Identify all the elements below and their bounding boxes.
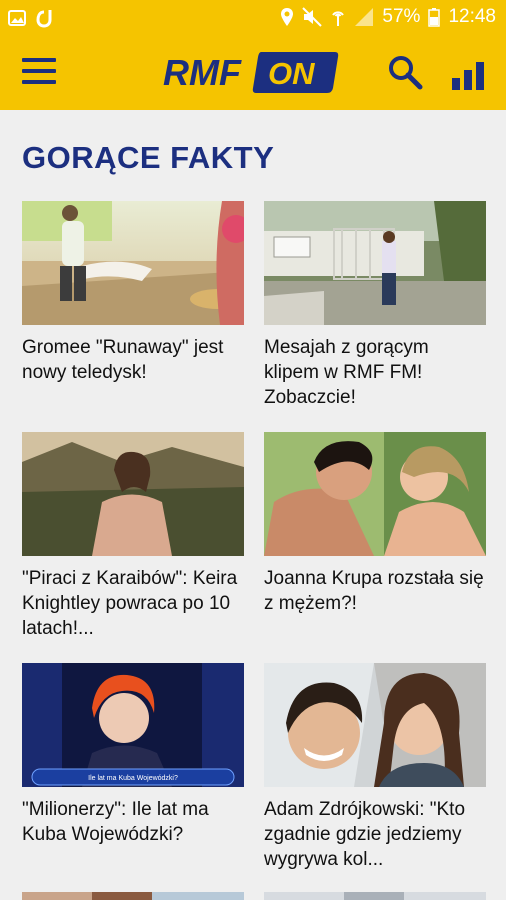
search-button[interactable] (387, 54, 423, 90)
mute-icon (302, 7, 323, 27)
app-notification-icon (36, 10, 52, 28)
article-thumbnail: Ile lat ma Kuba Wojewódzki? (22, 663, 244, 787)
article-title: Adam Zdrójkowski: "Kto zgadnie gdzie jed… (264, 799, 466, 870)
battery-percent: 57% (382, 6, 421, 27)
article-card[interactable]: Joanna Krupa rozstała się z mężem?! (264, 432, 486, 616)
wifi-icon (332, 11, 345, 26)
article-card[interactable]: Ile lat ma Kuba Wojewódzki? "Milionerzy"… (22, 663, 244, 847)
article-card[interactable]: "Piraci z Karaibów": Keira Knightley pow… (22, 432, 244, 641)
battery-icon (428, 8, 441, 27)
article-title: Gromee "Runaway" jest nowy teledysk! (22, 337, 224, 383)
rmf-on-logo: RMF ON (163, 52, 339, 93)
article-title: "Milionerzy": Ile lat ma Kuba Wojewódzki… (22, 799, 209, 845)
location-icon (281, 8, 294, 26)
article-thumbnail (22, 432, 244, 556)
quiz-question-text: Ile lat ma Kuba Wojewódzki? (88, 775, 178, 782)
signal-icon (355, 8, 374, 26)
article-title: "Piraci z Karaibów": Keira Knightley pow… (22, 568, 238, 639)
status-indicators: 57% 12:48 (280, 6, 496, 28)
section-title: GORĄCE FAKTY (22, 140, 275, 175)
article-thumbnail (264, 663, 486, 787)
article-thumbnail (264, 432, 486, 556)
menu-button[interactable] (22, 58, 56, 86)
article-thumbnail-partial[interactable] (22, 892, 244, 900)
clock: 12:48 (448, 6, 496, 27)
article-card[interactable]: Adam Zdrójkowski: "Kto zgadnie gdzie jed… (264, 663, 486, 872)
status-notifications (8, 8, 52, 28)
article-thumbnail (22, 201, 244, 325)
app-bar: RMF ON (0, 36, 506, 110)
search-icon (389, 56, 423, 90)
article-thumbnail (264, 201, 486, 325)
article-thumbnail-partial[interactable] (264, 892, 486, 900)
bar-chart-icon (452, 62, 484, 90)
status-bar: 57% 12:48 (0, 0, 506, 36)
article-card[interactable]: Mesajah z gorącym klipem w RMF FM! Zobac… (264, 201, 486, 410)
image-notification-icon (8, 10, 26, 26)
hamburger-icon (22, 58, 56, 62)
logo-on-text: ON (268, 56, 315, 91)
article-title: Joanna Krupa rozstała się z mężem?! (264, 568, 484, 614)
charts-button[interactable] (450, 60, 486, 90)
logo-rmf-text: RMF (163, 52, 242, 93)
article-card[interactable]: Gromee "Runaway" jest nowy teledysk! (22, 201, 244, 385)
article-title: Mesajah z gorącym klipem w RMF FM! Zobac… (264, 337, 429, 408)
